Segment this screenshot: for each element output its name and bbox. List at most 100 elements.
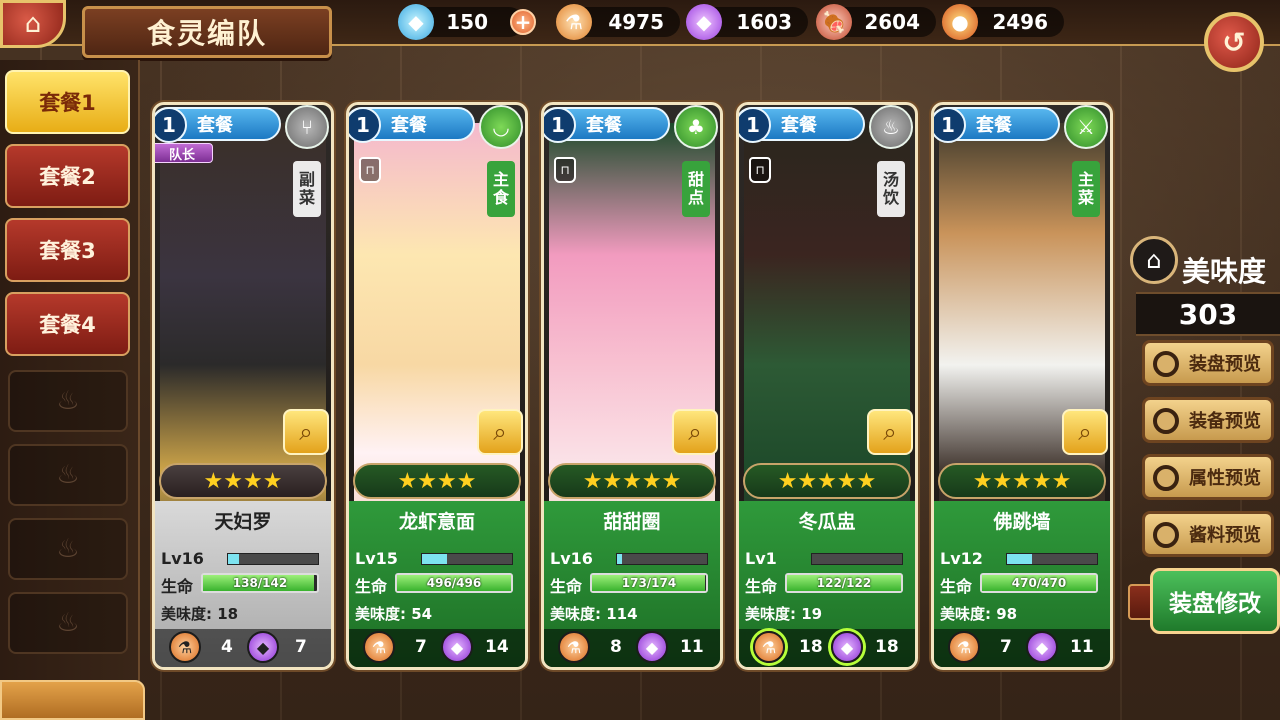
set-badge: 1 套餐 [155,107,281,143]
gem-count: 14 [485,637,509,657]
resource-value: 2604 [864,10,920,34]
potion-icon: ⚗ [753,631,785,663]
back-button[interactable]: ↺ [1204,12,1264,72]
potion-count: 7 [1000,637,1012,657]
dish-add-icon: ♨ [56,608,80,638]
hp-label: 生命 [940,577,973,596]
food-soul-card[interactable]: 1 套餐 ♨ 汤饮 ⊓ ⌕ ★★★★★ 冬瓜盅 Lv1 生命 122/122 美味… [736,102,918,670]
resource-row: ⚗ 8 ◆ 11 [544,629,720,667]
set-badge: 1 套餐 [349,107,475,143]
potion-icon: ⚗ [558,631,590,663]
hp-bar: 122/122 [785,573,903,593]
gem-icon: ◆ [636,631,668,663]
hp-bar: 138/142 [201,573,319,593]
dish-add-icon: ♨ [56,460,80,490]
set-badge: 1 套餐 [739,107,865,143]
locked-slot[interactable]: ♨ [8,370,128,432]
magnifier-icon: ⌕ [883,418,897,446]
resource-row: ⚗ 7 ◆ 14 [349,629,525,667]
zoom-button[interactable]: ⌕ [477,409,523,455]
card-info: 甜甜圈 Lv16 生命 173/174 美味度: 114 ⚗ 8 ◆ 11 [544,501,720,667]
home-icon: ⌂ [24,9,42,39]
tab-set-2[interactable]: 套餐2 [5,144,130,208]
star-rating: ★★★★★ [548,463,716,499]
flavor-value: 美味度: 18 [161,605,239,623]
hp-bar: 173/174 [590,573,708,593]
soup-icon: ♨ [869,105,913,149]
hp-value: 122/122 [816,576,872,590]
level-label: Lv16 [550,549,593,568]
tab-set-1[interactable]: 套餐1 [5,70,130,134]
hp-label: 生命 [550,577,583,596]
modify-plating-button[interactable]: 装盘修改 [1150,568,1280,634]
locked-slot[interactable]: ♨ [8,518,128,580]
zoom-button[interactable]: ⌕ [672,409,718,455]
button-label: 装备预览 [1189,411,1261,432]
dish-type-tag: 主菜 [1072,161,1100,217]
set-number: 1 [934,107,966,143]
hp-value: 173/174 [621,576,677,590]
resource-row: ⚗ 7 ◆ 11 [934,629,1110,667]
gem-icon: ◆ [1026,631,1058,663]
sauce-preview-button[interactable]: 酱料预览 [1142,511,1274,557]
exp-bar [421,553,513,565]
locked-slot[interactable]: ♨ [8,444,128,506]
add-diamond-button[interactable]: + [510,9,536,35]
magnifier-icon: ⌕ [1078,418,1092,446]
zoom-button[interactable]: ⌕ [1062,409,1108,455]
resource-diamond[interactable]: ◆ 150 + [398,4,536,40]
card-info: 龙虾意面 Lv15 生命 496/496 美味度: 54 ⚗ 7 ◆ 14 [349,501,525,667]
resource-meat: 🍖 2604 [816,4,936,40]
back-icon: ↺ [1222,25,1246,59]
magnifier-icon: ⌕ [493,418,507,446]
star-rating: ★★★★ [353,463,521,499]
dish-type-tag: 主食 [487,161,515,217]
flavor-value: 美味度: 114 [550,605,638,623]
set-badge: 1 套餐 [544,107,670,143]
modify-tab [1128,584,1152,620]
set-badge: 1 套餐 [934,107,1060,143]
lock-icon: ⊓ [749,157,771,183]
attribute-preview-button[interactable]: 属性预览 [1142,454,1274,500]
zoom-button[interactable]: ⌕ [867,409,913,455]
page-title: 食灵编队 [82,6,332,58]
equipment-preview-button[interactable]: 装备预览 [1142,397,1274,443]
radio-icon [1153,408,1179,434]
bowl-icon: ◡ [479,105,523,149]
exp-bar [811,553,903,565]
dish-add-icon: ♨ [56,534,80,564]
character-name: 天妇罗 [214,511,272,533]
resource-value: 1603 [736,10,792,34]
tab-set-4[interactable]: 套餐4 [5,292,130,356]
tab-set-3[interactable]: 套餐3 [5,218,130,282]
flavor-title: 美味度 [1182,255,1267,288]
card-info: 佛跳墙 Lv12 生命 470/470 美味度: 98 ⚗ 7 ◆ 11 [934,501,1110,667]
zoom-button[interactable]: ⌕ [283,409,329,455]
resource-crystal: ◆ 1603 [686,4,808,40]
lock-icon: ⊓ [554,157,576,183]
level-label: Lv15 [355,549,398,568]
set-label: 套餐 [197,115,233,136]
food-soul-card[interactable]: 1 套餐 ♣ 甜点 ⊓ ⌕ ★★★★★ 甜甜圈 Lv16 生命 173/174 美… [541,102,723,670]
potion-count: 18 [799,637,823,657]
potion-icon: ⚗ [363,631,395,663]
card-info: 冬瓜盅 Lv1 生命 122/122 美味度: 19 ⚗ 18 ◆ 18 [739,501,915,667]
locked-slot[interactable]: ♨ [8,592,128,654]
potion-icon: ⚗ [556,4,592,40]
hp-bar: 470/470 [980,573,1098,593]
food-soul-card[interactable]: 1 套餐 ◡ 主食 ⊓ ⌕ ★★★★ 龙虾意面 Lv15 生命 496/496 美… [346,102,528,670]
gem-count: 11 [680,637,704,657]
food-soul-card[interactable]: 1 套餐 ⑂ 副菜 队长 ⌕ ★★★★ 天妇罗 Lv16 生命 138/142 美… [152,102,334,670]
potion-icon: ⚗ [948,631,980,663]
flavor-total: 303 [1136,292,1280,336]
resource-bomb: ● 2496 [942,4,1064,40]
button-label: 酱料预览 [1189,525,1261,546]
meat-icon: 🍖 [816,4,852,40]
gem-count: 18 [875,637,899,657]
exp-bar [227,553,319,565]
food-soul-card[interactable]: 1 套餐 ⚔ 主菜 ⌕ ★★★★★ 佛跳墙 Lv12 生命 470/470 美味度… [931,102,1113,670]
potion-count: 8 [610,637,622,657]
level-label: Lv1 [745,549,777,568]
plating-preview-button[interactable]: 装盘预览 [1142,340,1274,386]
resource-potion: ⚗ 4975 [556,4,680,40]
